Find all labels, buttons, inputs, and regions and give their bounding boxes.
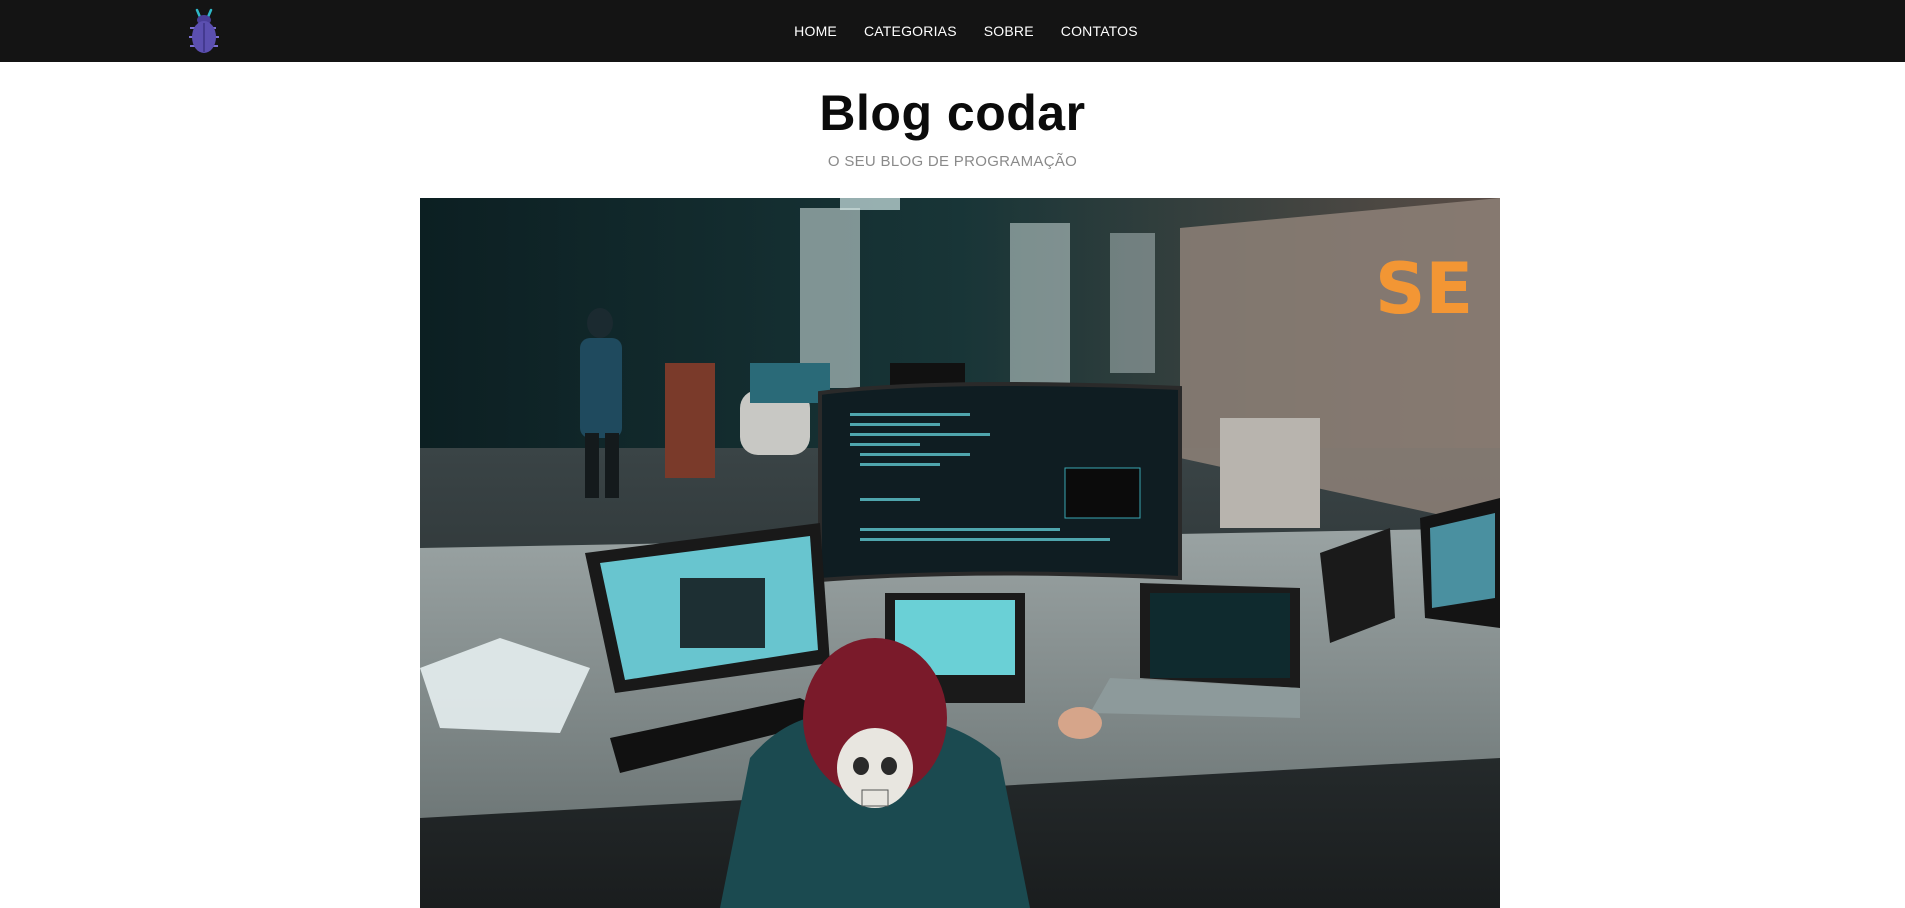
page-subtitle: O SEU BLOG DE PROGRAMAÇÃO xyxy=(827,153,1078,170)
nav-item-home[interactable]: HOME xyxy=(794,23,837,39)
main-nav: HOME CATEGORIAS SOBRE CONTATOS xyxy=(0,0,1905,62)
nav-item-contatos[interactable]: CONTATOS xyxy=(1061,23,1138,39)
hero-image: SE xyxy=(420,198,1500,908)
nav-item-categorias[interactable]: CATEGORIAS xyxy=(864,23,957,39)
svg-text:SE: SE xyxy=(1375,248,1473,330)
nav-item-sobre[interactable]: SOBRE xyxy=(984,23,1034,39)
page-title: Blog codar xyxy=(819,85,1086,141)
top-navbar: HOME CATEGORIAS SOBRE CONTATOS xyxy=(0,0,1905,62)
